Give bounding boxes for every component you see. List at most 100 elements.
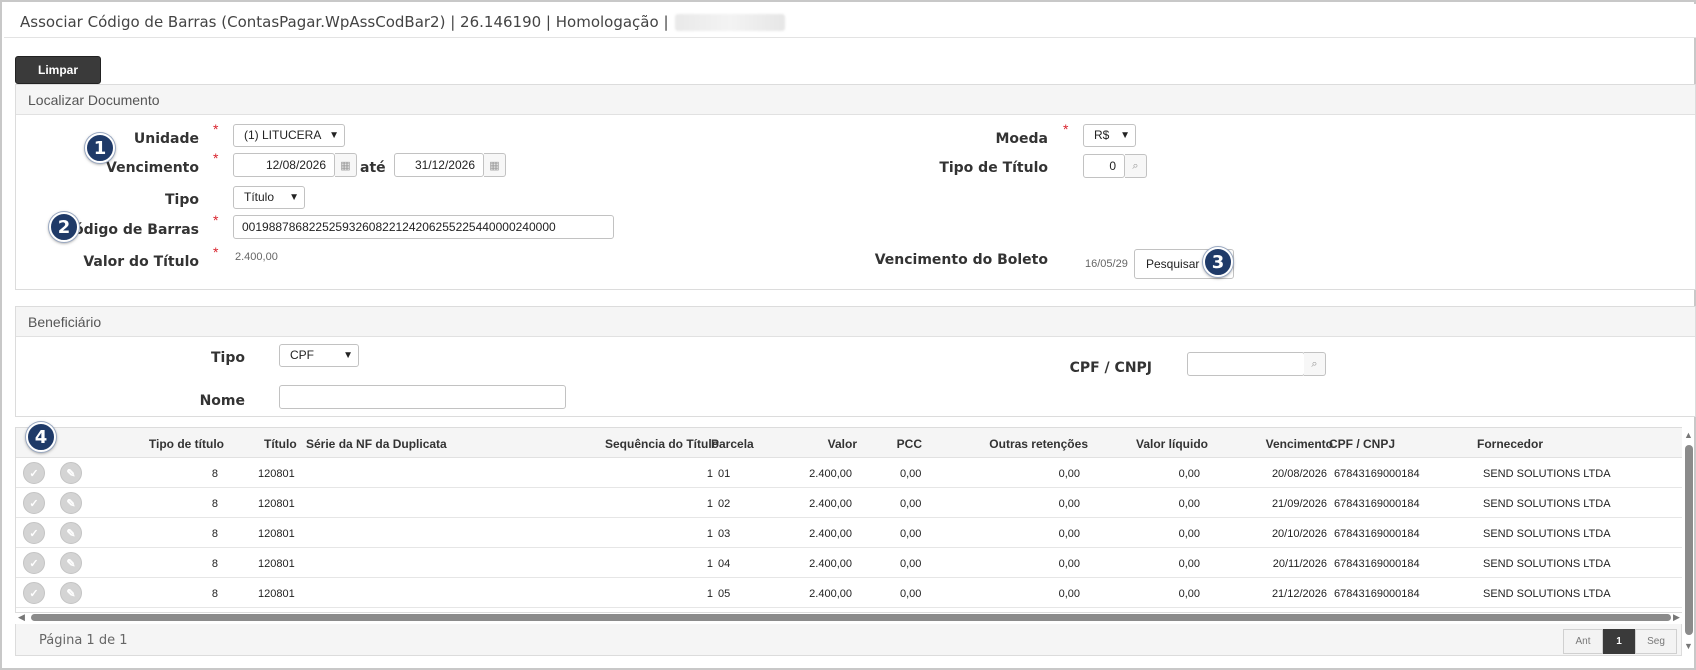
cell-outras-retencoes: 0,00	[1058, 528, 1080, 540]
vencimento-boleto-value: 16/05/29	[1085, 258, 1128, 270]
cell-tipo-titulo: 8	[211, 558, 218, 570]
cell-pcc: 0,00	[900, 558, 922, 570]
table-row[interactable]: ✓ ✎ 8 120801 1 02 2.400,00 0,00 0,00 0,00 21/09/20…	[16, 488, 1682, 518]
table-row[interactable]: ✓ ✎ 8 120801 1 04 2.400,00 0,00 0,00 0,00 20/11/20…	[16, 548, 1682, 578]
tipo-label: Tipo	[165, 192, 199, 208]
tipo-select[interactable]: Título ▼	[233, 186, 305, 209]
search-icon[interactable]: ⌕	[1304, 352, 1326, 376]
cell-vencimento: 21/09/2026	[1271, 498, 1327, 510]
vencimento-required: *	[213, 150, 219, 166]
scroll-down-icon[interactable]: ▼	[1684, 641, 1693, 651]
beneficiario-panel-header: Beneficiário	[16, 307, 1695, 337]
cell-titulo: 120801	[258, 588, 295, 600]
check-icon[interactable]: ✓	[23, 462, 45, 484]
cell-outras-retencoes: 0,00	[1058, 588, 1080, 600]
cell-pcc: 0,00	[900, 498, 922, 510]
cell-valor: 2.400,00	[809, 588, 852, 600]
col-valor: Valor	[827, 437, 857, 451]
cell-valor-liquido: 0,00	[1178, 498, 1200, 510]
vencimento-boleto-label: Vencimento do Boleto	[874, 252, 1048, 268]
step-badge-1: 1	[85, 133, 115, 163]
scroll-up-icon[interactable]: ▲	[1684, 430, 1693, 440]
cell-valor: 2.400,00	[809, 528, 852, 540]
valor-titulo-label: Valor do Título	[83, 254, 199, 270]
horizontal-scroll-thumb[interactable]	[31, 614, 1671, 621]
moeda-select[interactable]: R$ ▼	[1083, 124, 1136, 147]
table-row[interactable]: ✓ ✎ 8 120801 1 01 2.400,00 0,00 0,00 0,00 20/08/20…	[16, 458, 1682, 488]
cell-fornecedor: SEND SOLUTIONS LTDA	[1483, 558, 1611, 570]
edit-icon[interactable]: ✎	[60, 552, 82, 574]
check-icon[interactable]: ✓	[23, 492, 45, 514]
title-bar: Associar Código de Barras (ContasPagar.W…	[4, 4, 1696, 38]
cell-valor-liquido: 0,00	[1178, 558, 1200, 570]
tipo-titulo-label: Tipo de Título	[939, 160, 1048, 176]
cell-cpf-cnpj: 67843169000184	[1334, 528, 1420, 540]
vencimento-to-input[interactable]: 31/12/2026	[394, 153, 484, 177]
calendar-icon[interactable]: ▦	[335, 153, 357, 177]
cpf-cnpj-label: CPF / CNPJ	[1069, 360, 1152, 376]
chevron-down-icon: ▼	[289, 192, 299, 203]
cell-fornecedor: SEND SOLUTIONS LTDA	[1483, 468, 1611, 480]
limpar-button[interactable]: Limpar	[15, 56, 101, 84]
moeda-required: *	[1063, 121, 1069, 137]
unidade-select[interactable]: (1) LITUCERA ▼	[233, 124, 345, 147]
beneficiario-tipo-value: CPF	[290, 348, 314, 362]
col-vencimento: Vencimento	[1265, 437, 1333, 451]
table-row[interactable]: ✓ ✎ 8 120801 1 03 2.400,00 0,00 0,00 0,00 20/10/20…	[16, 518, 1682, 548]
moeda-label: Moeda	[995, 131, 1048, 147]
check-icon[interactable]: ✓	[23, 552, 45, 574]
next-page-button[interactable]: Seg	[1635, 629, 1677, 654]
cell-sequencia: 1	[706, 588, 713, 600]
edit-icon[interactable]: ✎	[60, 582, 82, 604]
cell-tipo-titulo: 8	[211, 588, 218, 600]
check-icon[interactable]: ✓	[23, 522, 45, 544]
cell-titulo: 120801	[258, 528, 295, 540]
scroll-left-icon[interactable]: ◀	[18, 612, 25, 623]
cell-tipo-titulo: 8	[211, 498, 218, 510]
calendar-icon[interactable]: ▦	[484, 153, 506, 177]
table-row[interactable]: ✓ ✎ 8 120801 1 05 2.400,00 0,00 0,00 0,00 21/12/20…	[16, 578, 1682, 608]
vertical-scroll-thumb[interactable]	[1685, 445, 1693, 635]
beneficiario-tipo-label: Tipo	[211, 350, 245, 366]
codigo-barras-label: Código de Barras	[63, 222, 199, 238]
cell-vencimento: 20/10/2026	[1271, 528, 1327, 540]
col-cpf-cnpj: CPF / CNPJ	[1329, 437, 1396, 451]
col-fornecedor: Fornecedor	[1477, 437, 1544, 451]
vencimento-from-input[interactable]: 12/08/2026	[233, 153, 335, 177]
vertical-scrollbar[interactable]: ▲ ▼	[1682, 427, 1696, 653]
cell-pcc: 0,00	[900, 528, 922, 540]
current-page-button[interactable]: 1	[1603, 629, 1635, 654]
edit-icon[interactable]: ✎	[60, 492, 82, 514]
step-badge-3: 3	[1203, 247, 1233, 277]
cell-sequencia: 1	[706, 528, 713, 540]
edit-icon[interactable]: ✎	[60, 522, 82, 544]
codigo-required: *	[213, 212, 219, 228]
cell-sequencia: 1	[706, 498, 713, 510]
table-header: Tipo de título Título Série da NF da Dup…	[16, 428, 1682, 458]
beneficiario-tipo-select[interactable]: CPF ▼	[279, 344, 359, 367]
page-info: Página 1 de 1	[39, 633, 128, 648]
cell-valor-liquido: 0,00	[1178, 528, 1200, 540]
col-tipo-titulo: Tipo de título	[148, 437, 224, 451]
cell-sequencia: 1	[706, 558, 713, 570]
col-parcela: Parcela	[711, 437, 754, 451]
cell-valor: 2.400,00	[809, 558, 852, 570]
edit-icon[interactable]: ✎	[60, 462, 82, 484]
unidade-select-value: (1) LITUCERA	[244, 128, 322, 142]
prev-page-button[interactable]: Ant	[1563, 629, 1603, 654]
valor-required: *	[213, 244, 219, 260]
cpf-cnpj-input[interactable]	[1187, 352, 1305, 376]
cell-parcela: 04	[718, 558, 731, 570]
check-icon[interactable]: ✓	[23, 582, 45, 604]
cell-cpf-cnpj: 67843169000184	[1334, 558, 1420, 570]
codigo-barras-input[interactable]: 0019887868225259326082212420625522544000…	[233, 215, 614, 239]
search-icon[interactable]: ⌕	[1125, 154, 1147, 178]
horizontal-scrollbar[interactable]: ◀ ▶	[15, 611, 1682, 623]
cell-cpf-cnpj: 67843169000184	[1334, 588, 1420, 600]
nome-input[interactable]	[279, 385, 566, 409]
window-title-text: Associar Código de Barras (ContasPagar.W…	[20, 13, 669, 31]
tipo-titulo-input[interactable]: 0	[1083, 154, 1125, 178]
cell-outras-retencoes: 0,00	[1058, 468, 1080, 480]
scroll-right-icon[interactable]: ▶	[1673, 612, 1680, 623]
cell-sequencia: 1	[706, 468, 713, 480]
